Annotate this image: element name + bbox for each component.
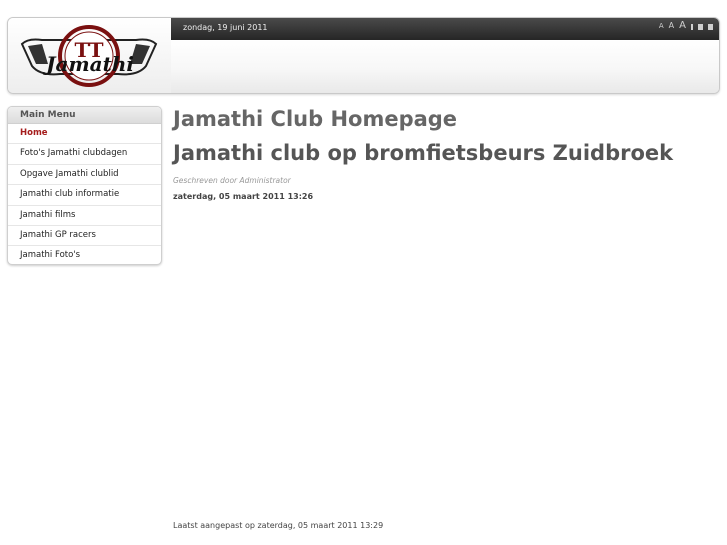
main-content: Jamathi Club Homepage Jamathi club op br…: [173, 106, 673, 201]
menu-item-club-informatie[interactable]: Jamathi club informatie: [8, 185, 161, 206]
font-large-button[interactable]: A: [679, 21, 686, 31]
article-modified-date: Laatst aangepast op zaterdag, 05 maart 2…: [173, 521, 384, 530]
jamathi-logo-icon: TT Jamathi: [20, 25, 158, 87]
logo-text: Jamathi: [42, 52, 134, 76]
wide-width-icon[interactable]: [708, 24, 713, 30]
site-header: TT Jamathi zondag, 19 juni 2011 A A A: [7, 17, 720, 94]
font-medium-button[interactable]: A: [669, 21, 674, 31]
article-title[interactable]: Jamathi club op bromfietsbeurs Zuidbroek: [173, 140, 673, 166]
top-bar: zondag, 19 juni 2011 A A A: [171, 18, 719, 40]
main-menu: Main Menu Home Foto's Jamathi clubdagen …: [7, 106, 162, 265]
menu-item-fotos-clubdagen[interactable]: Foto's Jamathi clubdagen: [8, 144, 161, 165]
font-small-button[interactable]: A: [659, 21, 664, 31]
narrow-width-icon[interactable]: [691, 24, 693, 30]
font-size-controls: A A A: [659, 21, 713, 31]
menu-title: Main Menu: [8, 107, 161, 124]
menu-item-opgave-clublid[interactable]: Opgave Jamathi clublid: [8, 165, 161, 186]
menu-item-films[interactable]: Jamathi films: [8, 206, 161, 226]
article-author: Geschreven door Administrator: [173, 176, 291, 185]
current-date: zondag, 19 juni 2011: [183, 23, 268, 32]
header-banner: [171, 40, 719, 93]
menu-item-gp-racers[interactable]: Jamathi GP racers: [8, 226, 161, 247]
article-created-date: zaterdag, 05 maart 2011 13:26: [173, 192, 314, 201]
menu-item-fotos[interactable]: Jamathi Foto's: [8, 246, 161, 264]
logo[interactable]: TT Jamathi: [8, 18, 172, 93]
page-title: Jamathi Club Homepage: [173, 107, 458, 131]
medium-width-icon[interactable]: [698, 24, 703, 30]
menu-item-home[interactable]: Home: [8, 124, 161, 145]
